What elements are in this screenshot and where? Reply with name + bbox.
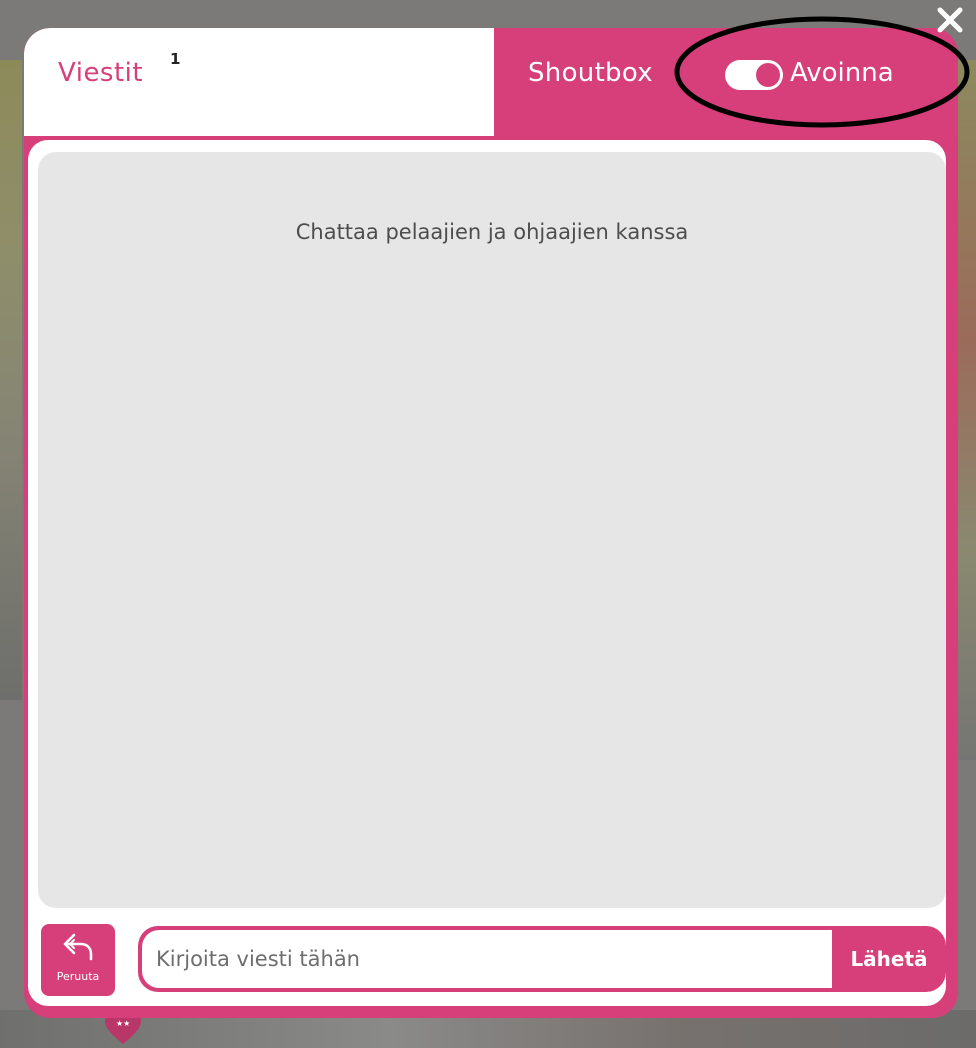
cancel-button[interactable]: Peruuta <box>41 924 115 996</box>
toggle-knob <box>756 63 780 87</box>
open-toggle-label[interactable]: Avoinna <box>790 58 894 88</box>
unread-count-badge: 1 <box>170 50 181 68</box>
tab-messages[interactable]: Viestit 1 <box>24 28 494 136</box>
background-game-right <box>955 60 976 760</box>
svg-text:★★: ★★ <box>116 1019 130 1028</box>
shoutbox-panel: Chattaa pelaajien ja ohjaajien kanssa Pe… <box>28 140 946 1006</box>
message-input[interactable] <box>142 930 832 988</box>
cancel-button-label: Peruuta <box>56 970 100 983</box>
open-toggle[interactable] <box>725 60 783 90</box>
tab-shoutbox-label[interactable]: Shoutbox <box>528 58 653 88</box>
shoutbox-dialog: Viestit 1 Shoutbox Avoinna Chattaa pelaa… <box>24 28 958 1018</box>
tab-messages-label: Viestit <box>58 58 144 88</box>
tab-shoutbox[interactable]: Shoutbox Avoinna <box>494 28 958 136</box>
send-button[interactable]: Lähetä <box>832 926 946 992</box>
chat-messages-area[interactable]: Chattaa pelaajien ja ohjaajien kanssa <box>38 152 946 908</box>
background-game-left <box>0 60 22 700</box>
reply-arrow-icon <box>63 933 93 961</box>
chat-empty-text: Chattaa pelaajien ja ohjaajien kanssa <box>295 220 689 244</box>
message-composer: Lähetä <box>138 926 946 992</box>
close-icon[interactable] <box>926 6 970 50</box>
